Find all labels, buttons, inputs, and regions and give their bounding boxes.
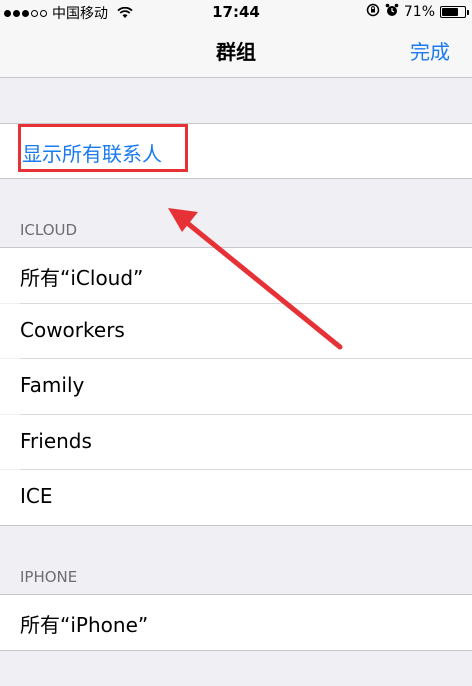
annotation-arrow (168, 208, 343, 350)
